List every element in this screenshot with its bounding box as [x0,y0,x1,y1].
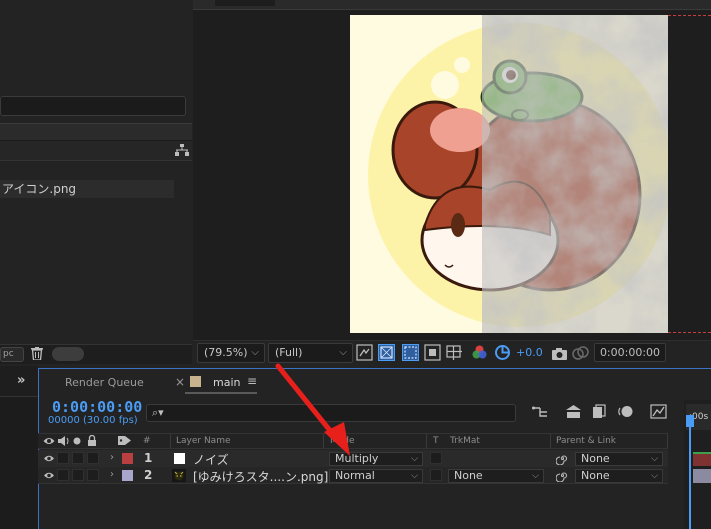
tab-render-queue[interactable]: Render Queue [65,376,144,389]
grid-guides-icon[interactable] [446,344,463,361]
column-t: T [433,436,439,446]
camera-snapshot-icon[interactable] [551,345,568,362]
motion-blur-icon[interactable] [617,404,633,419]
parent-value: None [581,469,610,482]
trash-icon[interactable] [31,347,43,360]
audio-toggle-cell[interactable] [57,452,69,464]
project-column-row [0,141,192,161]
video-eye-icon[interactable] [43,454,55,463]
expand-panels-icon[interactable]: » [17,373,25,388]
layer-duration-bar[interactable] [693,452,711,466]
composition-mini-flowchart-icon[interactable] [532,405,548,419]
layer-solid-swatch [174,453,185,464]
frame-blending-icon[interactable] [592,404,607,419]
search-icon: ⌕▾ [152,406,164,419]
blend-mode-dropdown[interactable]: Normal ⌵ [329,469,423,483]
layer-label-color[interactable] [122,470,133,481]
column-divider [550,434,551,448]
track-matte-value: None [454,469,483,482]
transparency-grid-icon[interactable] [378,344,395,361]
current-time-display[interactable]: 0:00:00:00 [52,398,142,416]
preserve-transparency-cell[interactable] [430,452,442,464]
solo-toggle-cell[interactable] [72,452,84,464]
column-hash: # [143,436,151,446]
fast-previews-icon[interactable] [356,344,373,361]
audio-toggle-cell[interactable] [57,469,69,481]
label-tag-icon[interactable] [118,435,131,446]
zoom-dropdown[interactable]: (79.5%) ⌵ [197,343,265,363]
track-matte-dropdown[interactable]: None ⌵ [448,469,544,483]
video-eye-icon[interactable] [43,436,55,446]
chevron-right-icon[interactable]: › [110,469,114,480]
mask-visibility-icon[interactable] [424,344,441,361]
chevron-down-icon: ⌵ [651,454,658,464]
pick-whip-icon[interactable] [556,469,569,482]
color-channels-icon[interactable] [471,344,488,361]
layer-name[interactable]: ノイズ [193,451,229,468]
thumbnail-size-slider[interactable] [52,347,84,361]
audio-speaker-icon[interactable] [58,436,70,446]
column-layer-name[interactable]: Layer Name [176,436,231,446]
preserve-transparency-cell[interactable] [430,469,442,481]
layer-duration-bar[interactable] [693,469,711,483]
blend-mode-value: Normal [335,469,375,482]
panel-menu-icon[interactable]: ≡ [247,374,257,388]
pick-whip-icon[interactable] [556,452,569,465]
chevron-right-icon[interactable]: › [110,452,114,463]
viewer-tab[interactable] [215,0,275,6]
layer-number: 1 [144,451,153,465]
composition-edge [668,15,711,333]
project-search-input[interactable] [0,96,186,116]
left-panel-body [0,396,38,529]
zoom-value: (79.5%) [204,346,248,359]
chevron-down-icon: ⌵ [532,471,539,481]
composition-swatch [190,376,201,387]
layer-number: 2 [144,468,153,482]
tab-main-comp[interactable]: main [213,376,240,389]
viewer-timecode[interactable]: 0:00:00:00 [594,343,666,362]
reset-exposure-icon[interactable] [494,344,511,361]
region-of-interest-icon[interactable] [402,344,419,361]
flowchart-icon[interactable] [175,144,189,156]
bit-depth-button[interactable]: pc [0,347,24,362]
layer-label-color[interactable] [122,453,133,464]
column-trkmat: TrkMat [450,436,480,446]
solo-toggle-cell[interactable] [72,469,84,481]
lock-icon[interactable] [87,435,97,446]
lock-toggle-cell[interactable] [87,452,99,464]
chevron-down-icon: ⌵ [251,347,259,358]
column-divider [426,434,427,448]
lock-toggle-cell[interactable] [87,469,99,481]
current-time-line[interactable] [689,420,691,529]
graph-editor-icon[interactable] [650,404,667,419]
video-eye-icon[interactable] [43,471,55,480]
show-snapshot-icon[interactable] [572,345,589,362]
active-tab-underline [185,392,257,394]
parent-value: None [581,452,610,465]
chevron-down-icon: ⌵ [411,454,418,464]
chevron-down-icon: ⌵ [651,471,658,481]
parent-dropdown[interactable]: None ⌵ [575,452,663,466]
project-header-bar [0,123,192,141]
column-divider [170,434,171,448]
frame-info: 00000 (30.00 fps) [48,415,138,426]
project-item-file[interactable]: アイコン.png [0,180,174,198]
draft-3d-icon[interactable] [565,404,582,419]
column-divider [667,434,668,448]
annotation-arrow [275,363,350,456]
parent-dropdown[interactable]: None ⌵ [575,469,663,483]
close-tab-icon[interactable]: × [175,375,185,389]
exposure-value[interactable]: +0.0 [516,345,543,361]
composition-canvas[interactable] [350,15,668,333]
column-parent-link: Parent & Link [556,436,616,446]
resolution-value: (Full) [275,346,303,359]
footage-thumbnail-icon [172,469,186,482]
chevron-down-icon: ⌵ [411,471,418,481]
solo-dot-icon[interactable] [73,437,81,445]
layer-name[interactable]: [ゆみけろスタ....ン.png] [193,468,328,485]
project-footer [0,344,192,364]
